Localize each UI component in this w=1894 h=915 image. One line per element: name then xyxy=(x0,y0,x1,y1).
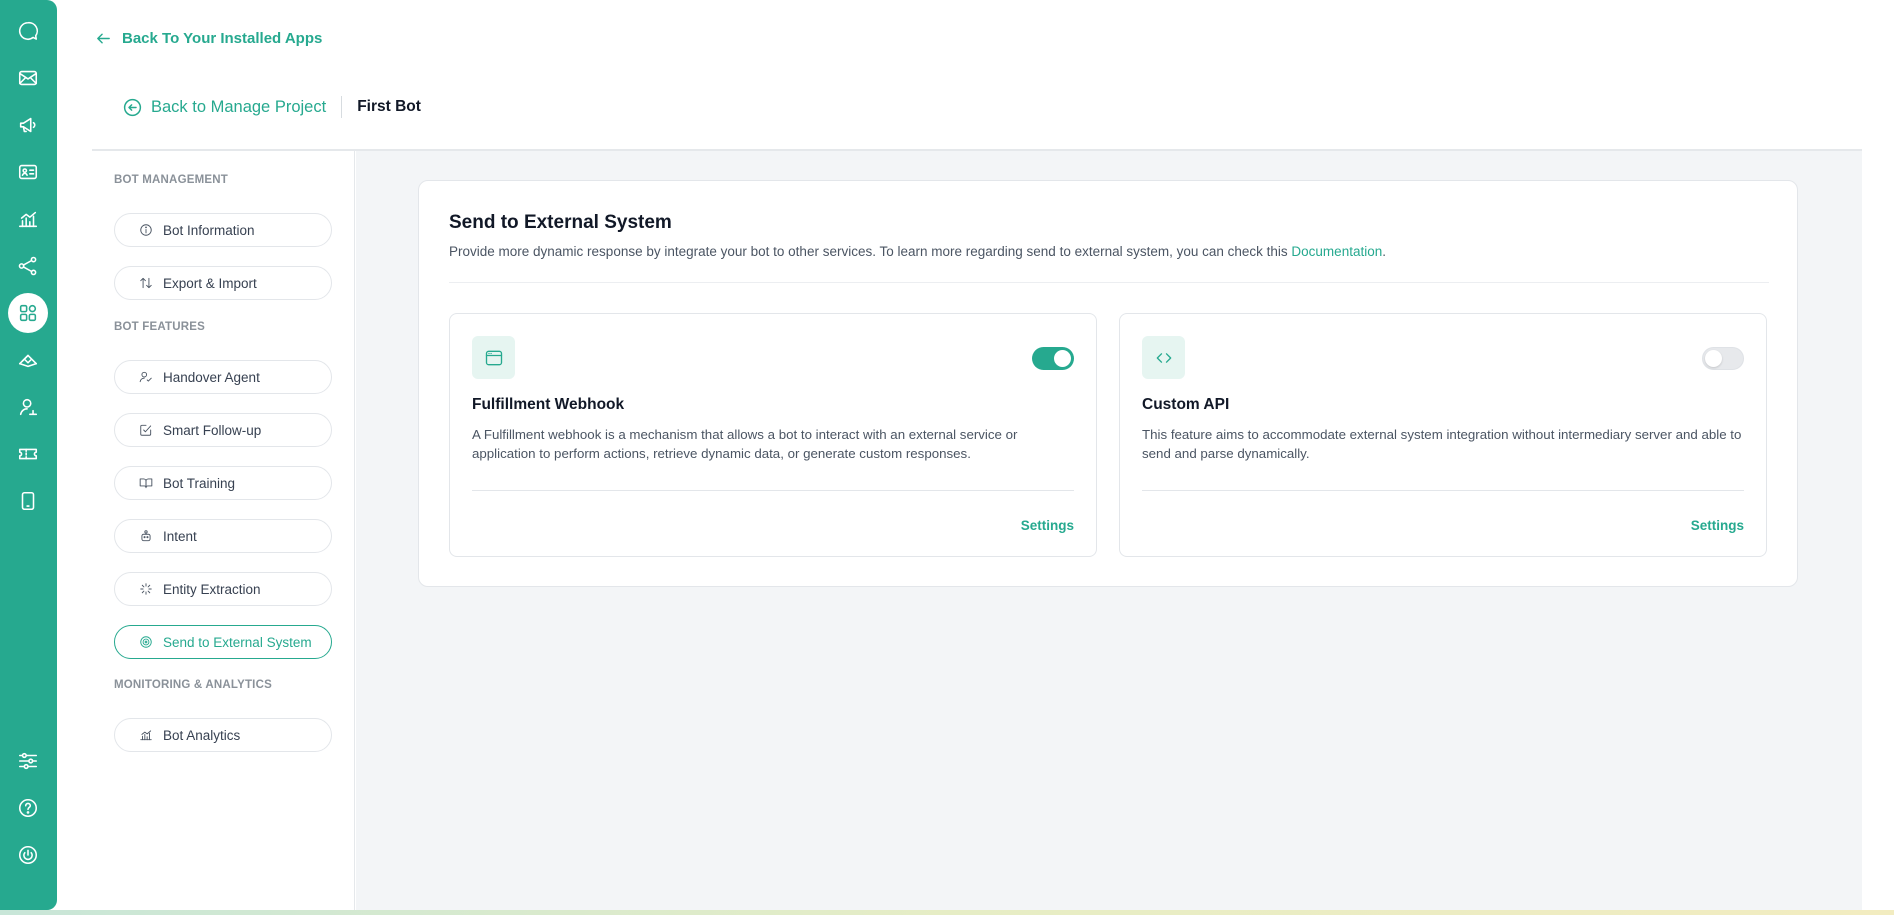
app-rail xyxy=(0,0,57,910)
power-icon[interactable] xyxy=(8,835,48,875)
sidebar-item-smart-follow-up[interactable]: Smart Follow-up xyxy=(114,413,332,447)
sidebar-item-label: Intent xyxy=(163,528,197,544)
sidebar-item-bot-information[interactable]: Bot Information xyxy=(114,213,332,247)
layers-icon[interactable] xyxy=(8,340,48,380)
arrow-left-icon xyxy=(97,33,110,44)
sidebar-item-intent[interactable]: Intent xyxy=(114,519,332,553)
sidebar-item-label: Smart Follow-up xyxy=(163,422,262,438)
megaphone-icon[interactable] xyxy=(8,105,48,145)
section-label-bot-features: BOT FEATURES xyxy=(114,321,205,333)
back-to-installed-apps-label: Back To Your Installed Apps xyxy=(122,30,323,47)
sidebar-item-label: Handover Agent xyxy=(163,369,260,385)
browser-window-icon xyxy=(472,336,515,379)
sidebar-item-label: Bot Training xyxy=(163,475,236,491)
book-icon xyxy=(139,478,153,489)
contact-card-icon[interactable] xyxy=(8,152,48,192)
page-description-suffix: . xyxy=(1382,244,1386,259)
analytics-icon[interactable] xyxy=(8,199,48,239)
sidebar-item-bot-analytics[interactable]: Bot Analytics xyxy=(114,718,332,752)
feature-description: This feature aims to accommodate externa… xyxy=(1142,427,1742,461)
card-divider xyxy=(449,282,1769,283)
apps-grid-icon[interactable] xyxy=(8,293,48,333)
sidebar-item-export-import[interactable]: Export & Import xyxy=(114,266,332,300)
edit-check-icon xyxy=(140,424,152,436)
sidebar-item-bot-training[interactable]: Bot Training xyxy=(114,466,332,500)
page-description: Provide more dynamic response by integra… xyxy=(449,244,1386,259)
sparkle-icon xyxy=(140,583,152,595)
sidebar-item-label: Export & Import xyxy=(163,275,257,291)
arrows-updown-icon xyxy=(140,277,152,289)
help-icon[interactable] xyxy=(8,788,48,828)
mail-icon[interactable] xyxy=(8,58,48,98)
feature-card-fulfillment-webhook: Fulfillment Webhook A Fulfillment webhoo… xyxy=(449,313,1097,557)
fulfillment-webhook-settings-link[interactable]: Settings xyxy=(1021,518,1074,533)
user-admin-icon[interactable] xyxy=(8,387,48,427)
sidebar-item-label: Entity Extraction xyxy=(163,581,261,597)
mobile-device-icon[interactable] xyxy=(8,481,48,521)
bottom-gradient-bar xyxy=(0,910,1894,915)
sidebar-item-entity-extraction[interactable]: Entity Extraction xyxy=(114,572,332,606)
breadcrumb: Back to Manage Project First Bot xyxy=(122,96,421,118)
feature-card-custom-api: Custom API This feature aims to accommod… xyxy=(1119,313,1767,557)
toggle-knob xyxy=(1705,350,1722,367)
bot-name: First Bot xyxy=(357,98,421,115)
sidebar-item-label: Send to External System xyxy=(163,634,312,650)
bot-settings-sidebar: BOT MANAGEMENT Bot Information Export & … xyxy=(92,151,355,910)
custom-api-settings-link[interactable]: Settings xyxy=(1691,518,1744,533)
section-label-monitoring-analytics: MONITORING & ANALYTICS xyxy=(114,679,272,691)
user-check-icon xyxy=(139,371,152,383)
target-icon xyxy=(140,636,152,648)
feature-title: Custom API xyxy=(1142,396,1230,413)
back-to-installed-apps-link[interactable]: Back To Your Installed Apps xyxy=(95,30,322,47)
feature-divider xyxy=(1142,490,1744,491)
logo-chat-icon[interactable] xyxy=(8,11,48,51)
sidebar-item-handover-agent[interactable]: Handover Agent xyxy=(114,360,332,394)
sidebar-item-label: Bot Analytics xyxy=(163,727,241,743)
back-to-manage-project-link[interactable]: Back to Manage Project xyxy=(122,96,343,118)
robot-icon xyxy=(141,530,151,542)
feature-divider xyxy=(472,490,1074,491)
sidebar-item-label: Bot Information xyxy=(163,222,255,238)
feature-title: Fulfillment Webhook xyxy=(472,396,625,413)
sliders-icon[interactable] xyxy=(8,741,48,781)
page-description-text: Provide more dynamic response by integra… xyxy=(449,244,1292,259)
bar-chart-icon xyxy=(140,730,152,741)
sidebar-item-send-to-external-system[interactable]: Send to External System xyxy=(114,625,332,659)
info-icon xyxy=(140,224,152,236)
share-nodes-icon[interactable] xyxy=(8,246,48,286)
feature-description: A Fulfillment webhook is a mechanism tha… xyxy=(472,427,1018,461)
circle-arrow-left-icon xyxy=(123,98,142,116)
ticket-icon[interactable] xyxy=(8,434,48,474)
section-label-bot-management: BOT MANAGEMENT xyxy=(114,174,228,186)
code-icon xyxy=(1142,336,1185,379)
send-to-external-system-card: Send to External System Provide more dyn… xyxy=(418,180,1798,587)
main-content: Send to External System Provide more dyn… xyxy=(356,151,1862,910)
page-title: Send to External System xyxy=(449,212,672,233)
custom-api-toggle[interactable] xyxy=(1702,347,1744,370)
toggle-knob xyxy=(1054,350,1071,367)
fulfillment-webhook-toggle[interactable] xyxy=(1032,347,1074,370)
back-to-manage-project-label: Back to Manage Project xyxy=(151,97,327,116)
documentation-link[interactable]: Documentation xyxy=(1291,244,1382,259)
